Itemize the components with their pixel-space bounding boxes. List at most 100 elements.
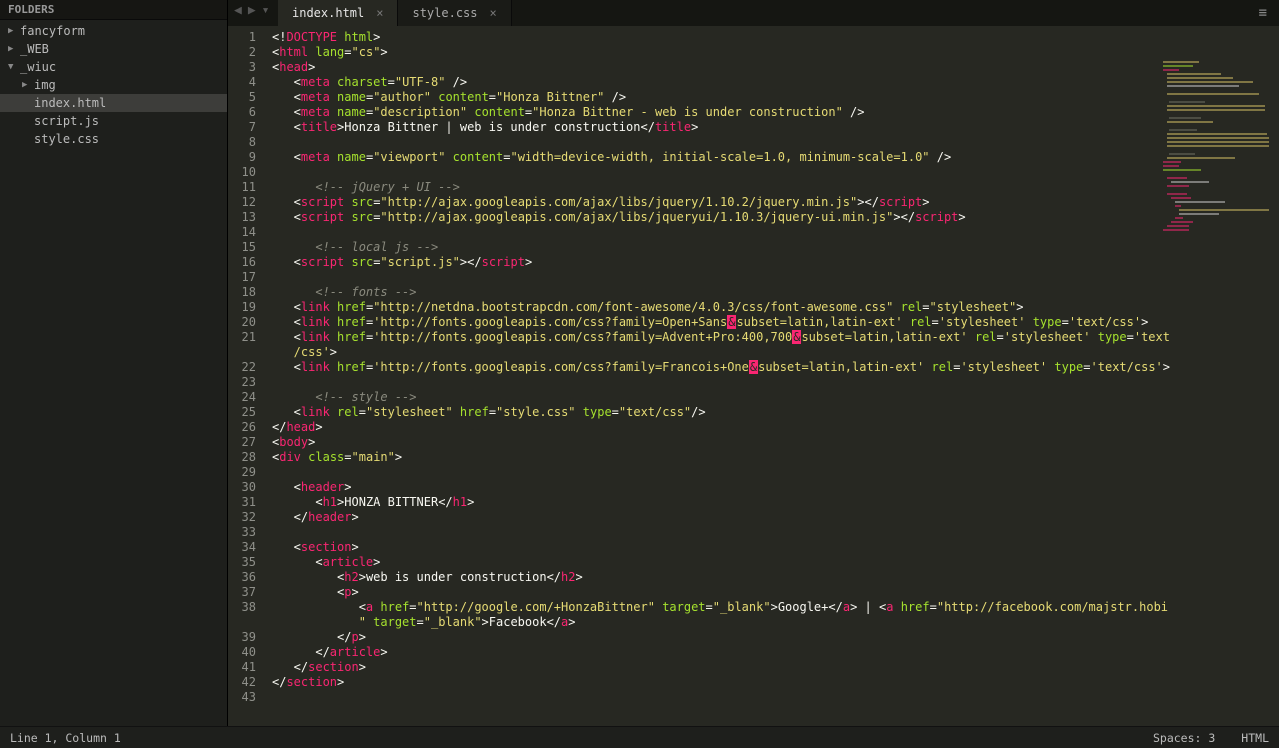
- code-line[interactable]: <link href="http://netdna.bootstrapcdn.c…: [272, 300, 1273, 315]
- line-number: 14: [228, 225, 256, 240]
- code-line[interactable]: <!-- fonts -->: [272, 285, 1273, 300]
- line-number: [228, 615, 256, 630]
- code-line[interactable]: <head>: [272, 60, 1273, 75]
- disclosure-arrow-icon: ▶: [22, 80, 32, 90]
- code-line[interactable]: " target="_blank">Facebook</a>: [272, 615, 1273, 630]
- close-icon[interactable]: ×: [376, 6, 383, 20]
- code-line[interactable]: <link href='http://fonts.googleapis.com/…: [272, 360, 1273, 375]
- tree-item[interactable]: script.js: [0, 112, 227, 130]
- line-number: 29: [228, 465, 256, 480]
- code-line[interactable]: <!-- local js -->: [272, 240, 1273, 255]
- code-line[interactable]: [272, 165, 1273, 180]
- code-line[interactable]: <body>: [272, 435, 1273, 450]
- code-line[interactable]: </section>: [272, 660, 1273, 675]
- code-line[interactable]: <link href='http://fonts.googleapis.com/…: [272, 330, 1273, 345]
- code-line[interactable]: /css'>: [272, 345, 1273, 360]
- code-line[interactable]: <title>Honza Bittner | web is under cons…: [272, 120, 1273, 135]
- tree-item[interactable]: ▶fancyform: [0, 22, 227, 40]
- tree-item[interactable]: ▶_WEB: [0, 40, 227, 58]
- code-line[interactable]: <section>: [272, 540, 1273, 555]
- tree-item[interactable]: ▼_wiuc: [0, 58, 227, 76]
- code-line[interactable]: <!DOCTYPE html>: [272, 30, 1273, 45]
- code-line[interactable]: <html lang="cs">: [272, 45, 1273, 60]
- line-number: 1: [228, 30, 256, 45]
- code-line[interactable]: <script src="http://ajax.googleapis.com/…: [272, 210, 1273, 225]
- line-number: 36: [228, 570, 256, 585]
- line-number: 5: [228, 90, 256, 105]
- code-line[interactable]: <header>: [272, 480, 1273, 495]
- line-number: 37: [228, 585, 256, 600]
- folder-sidebar: FOLDERS ▶fancyform▶_WEB▼_wiuc▶imgindex.h…: [0, 0, 228, 726]
- code-line[interactable]: </article>: [272, 645, 1273, 660]
- code-line[interactable]: </head>: [272, 420, 1273, 435]
- code-line[interactable]: <meta name="author" content="Honza Bittn…: [272, 90, 1273, 105]
- code-line[interactable]: <article>: [272, 555, 1273, 570]
- line-number: 2: [228, 45, 256, 60]
- folder-tree[interactable]: ▶fancyform▶_WEB▼_wiuc▶imgindex.htmlscrip…: [0, 20, 227, 726]
- line-number: 27: [228, 435, 256, 450]
- line-number: 10: [228, 165, 256, 180]
- code-line[interactable]: </section>: [272, 675, 1273, 690]
- line-number: 16: [228, 255, 256, 270]
- code-line[interactable]: <a href="http://google.com/+HonzaBittner…: [272, 600, 1273, 615]
- menu-icon[interactable]: ≡: [1259, 5, 1269, 21]
- code-line[interactable]: [272, 225, 1273, 240]
- code-line[interactable]: <link rel="stylesheet" href="style.css" …: [272, 405, 1273, 420]
- tree-item-label: _wiuc: [18, 60, 56, 74]
- tree-item-label: img: [32, 78, 56, 92]
- nav-forward-icon[interactable]: ▶: [248, 3, 256, 18]
- code-line[interactable]: <meta name="description" content="Honza …: [272, 105, 1273, 120]
- code-line[interactable]: <link href='http://fonts.googleapis.com/…: [272, 315, 1273, 330]
- line-number: 43: [228, 690, 256, 705]
- code-line[interactable]: <p>: [272, 585, 1273, 600]
- line-number: [228, 345, 256, 360]
- code-line[interactable]: [272, 375, 1273, 390]
- code-area[interactable]: 1234567891011121314151617181920212223242…: [228, 26, 1279, 726]
- nav-back-icon[interactable]: ◀: [234, 3, 242, 18]
- line-number: 32: [228, 510, 256, 525]
- line-number: 31: [228, 495, 256, 510]
- tab-bar: ◀ ▶ ▾ index.html×style.css× ≡: [228, 0, 1279, 26]
- nav-dropdown-icon[interactable]: ▾: [262, 3, 270, 18]
- code-line[interactable]: <div class="main">: [272, 450, 1273, 465]
- code-line[interactable]: <!-- style -->: [272, 390, 1273, 405]
- code-line[interactable]: <meta name="viewport" content="width=dev…: [272, 150, 1273, 165]
- line-number: 18: [228, 285, 256, 300]
- code-line[interactable]: [272, 135, 1273, 150]
- code-line[interactable]: <h2>web is under construction</h2>: [272, 570, 1273, 585]
- line-number: 39: [228, 630, 256, 645]
- tree-item[interactable]: index.html: [0, 94, 227, 112]
- code-line[interactable]: <script src="http://ajax.googleapis.com/…: [272, 195, 1273, 210]
- indent-status[interactable]: Spaces: 3: [1153, 731, 1215, 745]
- code-content[interactable]: <!DOCTYPE html><html lang="cs"><head> <m…: [266, 26, 1279, 726]
- language-status[interactable]: HTML: [1241, 731, 1269, 745]
- line-number: 8: [228, 135, 256, 150]
- line-number: 19: [228, 300, 256, 315]
- tree-item[interactable]: ▶img: [0, 76, 227, 94]
- line-number: 22: [228, 360, 256, 375]
- line-number: 15: [228, 240, 256, 255]
- line-number: 28: [228, 450, 256, 465]
- code-line[interactable]: [272, 465, 1273, 480]
- close-icon[interactable]: ×: [490, 6, 497, 20]
- status-bar: Line 1, Column 1 Spaces: 3 HTML: [0, 726, 1279, 748]
- line-number: 12: [228, 195, 256, 210]
- code-line[interactable]: </p>: [272, 630, 1273, 645]
- code-line[interactable]: [272, 270, 1273, 285]
- code-line[interactable]: <script src="script.js"></script>: [272, 255, 1273, 270]
- line-number: 24: [228, 390, 256, 405]
- code-line[interactable]: </header>: [272, 510, 1273, 525]
- disclosure-arrow-icon: ▶: [8, 26, 18, 36]
- disclosure-arrow-icon: ▶: [8, 44, 18, 54]
- tab-label: index.html: [292, 6, 364, 20]
- tree-item-label: fancyform: [18, 24, 85, 38]
- code-line[interactable]: <meta charset="UTF-8" />: [272, 75, 1273, 90]
- code-line[interactable]: <!-- jQuery + UI -->: [272, 180, 1273, 195]
- code-line[interactable]: [272, 525, 1273, 540]
- file-tab[interactable]: style.css×: [398, 0, 511, 26]
- tree-item[interactable]: style.css: [0, 130, 227, 148]
- code-line[interactable]: <h1>HONZA BITTNER</h1>: [272, 495, 1273, 510]
- code-line[interactable]: [272, 690, 1273, 705]
- file-tab[interactable]: index.html ×: [278, 0, 398, 26]
- line-number: 33: [228, 525, 256, 540]
